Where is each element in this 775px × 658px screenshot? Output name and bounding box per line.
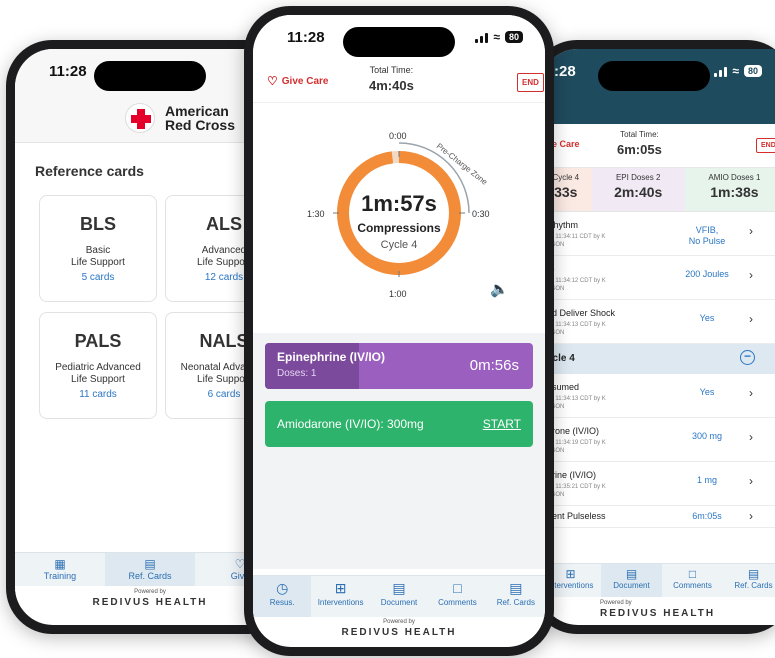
tab-document[interactable]: ▤ Document (601, 564, 662, 597)
log-row[interactable]: nd Deliver Shock 25 11:34:13 CDT by K NSO… (540, 300, 775, 344)
amio-timer: AMIO Doses 1 1m:38s (684, 168, 775, 211)
give-care-link[interactable]: ♡ Give Care (267, 74, 328, 88)
card-pals[interactable]: PALS Pediatric Advanced Life Support 11 c… (39, 312, 157, 419)
log-row[interactable]: pent Pulseless 6m:05s › (540, 506, 775, 528)
red-cross-logo-icon (124, 102, 155, 133)
right-screen: :28 ≈ 80 ve Care Total Time: 6m:05s END … (540, 49, 775, 625)
wifi-icon: ≈ (493, 30, 500, 44)
end-button[interactable]: END (517, 73, 544, 92)
dynamic-island (94, 61, 206, 91)
resus-header: ♡ Give Care Total Time: 4m:40s END (253, 59, 545, 103)
chevron-right-icon: › (749, 509, 753, 523)
comment-icon: □ (688, 567, 697, 581)
tab-training[interactable]: ▦ Training (15, 553, 105, 586)
header-band (540, 93, 775, 124)
timers-strip: Cycle 4 33s EPI Doses 2 2m:40s AMIO Doses … (540, 168, 775, 212)
chevron-right-icon: › (749, 474, 753, 488)
medications-panel: Epinephrine (IV/IO) Doses: 1 0m:56s Amio… (253, 333, 545, 569)
cards-icon: ▤ (747, 567, 760, 581)
card-full-name: Basic Life Support (71, 245, 125, 268)
battery-icon: 80 (504, 31, 523, 43)
powered-by-footer: Powered by REDIVUS HEALTH (540, 600, 775, 619)
epinephrine-timer-card[interactable]: Epinephrine (IV/IO) Doses: 1 0m:56s (265, 343, 533, 389)
clock: 11:28 (49, 62, 87, 80)
card-count[interactable]: 11 cards (40, 389, 156, 400)
chevron-right-icon: › (749, 386, 753, 400)
tab-ref-cards[interactable]: ▤ Ref. Cards (105, 553, 195, 586)
event-log-bottom: esumed 25 11:34:13 CDT by K NSON Yes › ar… (540, 374, 775, 528)
bottom-tab-bar: ◷ Resus. ⊞ Interventions ▤ Document □ Commen… (253, 575, 545, 617)
signal-icon (475, 32, 489, 43)
phase-label: Compressions (357, 221, 441, 235)
clock: :28 (554, 62, 576, 80)
total-time: Total Time: 6m:05s (617, 130, 662, 157)
tab-resus[interactable]: ◷ Resus. (253, 576, 312, 617)
center-screen: 11:28 ≈ 80 ♡ Give Care Total Time: 4m:40s… (253, 15, 545, 647)
ring-label-bottom: 1:00 (389, 289, 407, 299)
start-button[interactable]: START (483, 417, 521, 431)
card-full-name: Pediatric Advanced Life Support (55, 362, 141, 385)
tab-comments[interactable]: □ Comments (662, 564, 723, 597)
card-abbr: PALS (74, 331, 122, 351)
log-row[interactable]: esumed 25 11:34:13 CDT by K NSON Yes › (540, 374, 775, 418)
speaker-icon[interactable]: 🔈 (490, 280, 509, 298)
card-bls[interactable]: BLS Basic Life Support 5 cards (39, 195, 157, 302)
training-icon: ▦ (54, 557, 66, 571)
log-row[interactable]: hrine (IV/IO) 25 11:35:21 CDT by K NSON 1… (540, 462, 775, 506)
clock: 11:28 (287, 28, 325, 46)
chevron-right-icon: › (749, 430, 753, 444)
brand-name: American Red Cross (164, 102, 236, 133)
dynamic-island (598, 61, 710, 91)
redivus-logo: REDIVUS HEALTH (341, 627, 457, 638)
battery-icon: 80 (743, 65, 762, 77)
resus-header: ve Care Total Time: 6m:05s END (540, 124, 775, 168)
tab-ref-cards[interactable]: ▤ Ref. Cards (487, 576, 545, 617)
powered-by-footer: Powered by REDIVUS HEALTH (253, 619, 545, 638)
signal-icon (714, 66, 728, 77)
log-row[interactable]: to 25 11:34:12 CDT by KNSON 200 Joules › (540, 256, 775, 300)
center-phone: 11:28 ≈ 80 ♡ Give Care Total Time: 4m:40s… (244, 6, 554, 656)
redivus-logo: REDIVUS HEALTH (600, 608, 716, 619)
cpr-timer-panel: Pre-Charge Zone 0:00 0:30 1:00 1:30 1m:5… (253, 103, 545, 333)
tab-document[interactable]: ▤ Document (370, 576, 428, 617)
document-icon: ▤ (392, 580, 406, 596)
status-icons: ≈ 80 (475, 30, 523, 44)
chevron-right-icon: › (749, 224, 753, 238)
status-icons: ≈ 80 (714, 64, 762, 78)
cycle-label: Cycle 4 (380, 239, 418, 251)
document-icon: ▤ (144, 557, 156, 571)
med-doses: Doses: 1 (277, 368, 317, 379)
end-button[interactable]: END (756, 138, 775, 153)
log-row[interactable]: arone (IV/IO) 25 11:34:19 CDT by K NSON 3… (540, 418, 775, 462)
chevron-right-icon: › (749, 268, 753, 282)
med-name: Amiodarone (IV/IO): 300mg (277, 417, 424, 431)
tab-interventions[interactable]: ⊞ Interventions (311, 576, 369, 617)
collapse-minus-icon[interactable]: − (740, 350, 755, 365)
cycle-section-header[interactable]: ycle 4 − (540, 344, 775, 374)
tab-comments[interactable]: □ Comments (428, 576, 486, 617)
card-count[interactable]: 5 cards (40, 272, 156, 283)
clock-icon: ◷ (276, 580, 289, 596)
med-name: Epinephrine (IV/IO) (277, 350, 386, 364)
comment-icon: □ (453, 580, 462, 596)
log-row[interactable]: Rhythm 25 11:34:11 CDT by K NSON VFIB, No … (540, 212, 775, 256)
epi-timer: EPI Doses 2 2m:40s (591, 168, 685, 211)
amiodarone-card[interactable]: Amiodarone (IV/IO): 300mg START (265, 401, 533, 447)
tab-ref-cards[interactable]: ▤ Ref. Cards (723, 564, 775, 597)
wifi-icon: ≈ (732, 64, 739, 78)
chevron-right-icon: › (749, 312, 753, 326)
ring-label-top: 0:00 (389, 131, 407, 141)
med-timer: 0m:56s (469, 357, 519, 374)
document-icon: ▤ (625, 567, 638, 581)
total-time: Total Time: 4m:40s (369, 65, 414, 93)
compression-timer: 1m:57s (361, 191, 437, 216)
cards-icon: ▤ (509, 580, 523, 596)
medical-kit-icon: ⊞ (334, 580, 347, 596)
card-abbr: BLS (80, 214, 116, 234)
heart-icon: ♡ (267, 74, 278, 88)
right-phone: :28 ≈ 80 ve Care Total Time: 6m:05s END … (531, 40, 775, 634)
dynamic-island (343, 27, 455, 57)
event-log-top: Rhythm 25 11:34:11 CDT by K NSON VFIB, No … (540, 212, 775, 344)
bottom-tab-bar: ⊞ Interventions ▤ Document □ Comments ▤ Ref.… (540, 563, 775, 597)
